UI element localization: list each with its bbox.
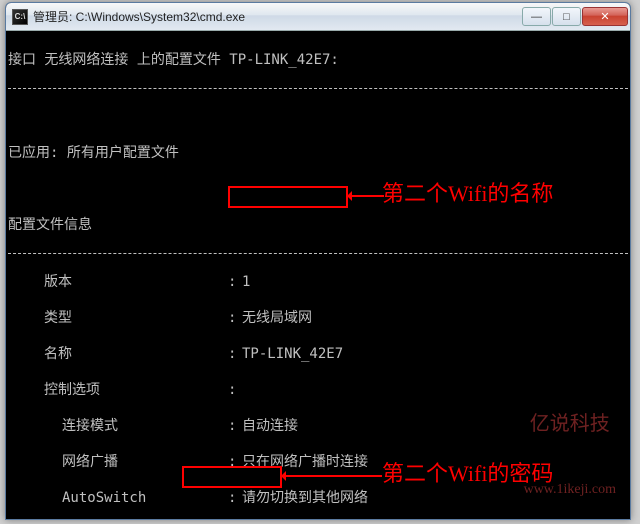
titlebar[interactable]: C:\ 管理员: C:\Windows\System32\cmd.exe — □… [6, 3, 630, 31]
label-name: 名称 [44, 345, 228, 363]
cmd-window: C:\ 管理员: C:\Windows\System32\cmd.exe — □… [5, 2, 631, 520]
row-autoswitch: AutoSwitch:请勿切换到其他网络 [8, 489, 628, 507]
value-name: TP-LINK_42E7 [242, 345, 343, 363]
window-controls: — □ ✕ [522, 7, 628, 26]
blank [8, 180, 628, 198]
value-broadcast: 只在网络广播时连接 [242, 453, 368, 471]
header-line: 接口 无线网络连接 上的配置文件 TP-LINK_42E7: [8, 51, 628, 69]
row-control: 控制选项: [8, 381, 628, 399]
row-name: 名称:TP-LINK_42E7 [8, 345, 628, 363]
row-version: 版本:1 [8, 273, 628, 291]
maximize-button[interactable]: □ [552, 7, 581, 26]
value-type: 无线局域网 [242, 309, 312, 327]
arrow-icon [284, 475, 382, 477]
label-broadcast: 网络广播 [62, 453, 228, 471]
window-title: 管理员: C:\Windows\System32\cmd.exe [33, 8, 522, 25]
section-profile-info: 配置文件信息 [8, 216, 628, 234]
value-conn-mode: 自动连接 [242, 417, 298, 435]
blank [8, 108, 628, 126]
label-version: 版本 [44, 273, 228, 291]
cmd-icon: C:\ [12, 9, 28, 25]
row-type: 类型:无线局域网 [8, 309, 628, 327]
label-autoswitch: AutoSwitch [62, 489, 228, 507]
label-type: 类型 [44, 309, 228, 327]
row-broadcast: 网络广播:只在网络广播时连接 [8, 453, 628, 471]
label-conn-mode: 连接模式 [62, 417, 228, 435]
applied-line: 已应用: 所有用户配置文件 [8, 144, 628, 162]
value-autoswitch: 请勿切换到其他网络 [242, 489, 368, 507]
divider [8, 253, 628, 254]
console-output[interactable]: 接口 无线网络连接 上的配置文件 TP-LINK_42E7: 已应用: 所有用户… [6, 31, 630, 519]
minimize-button[interactable]: — [522, 7, 551, 26]
label-control: 控制选项 [44, 381, 228, 399]
row-conn-mode: 连接模式:自动连接 [8, 417, 628, 435]
close-button[interactable]: ✕ [582, 7, 628, 26]
divider [8, 88, 628, 89]
value-version: 1 [242, 273, 250, 291]
